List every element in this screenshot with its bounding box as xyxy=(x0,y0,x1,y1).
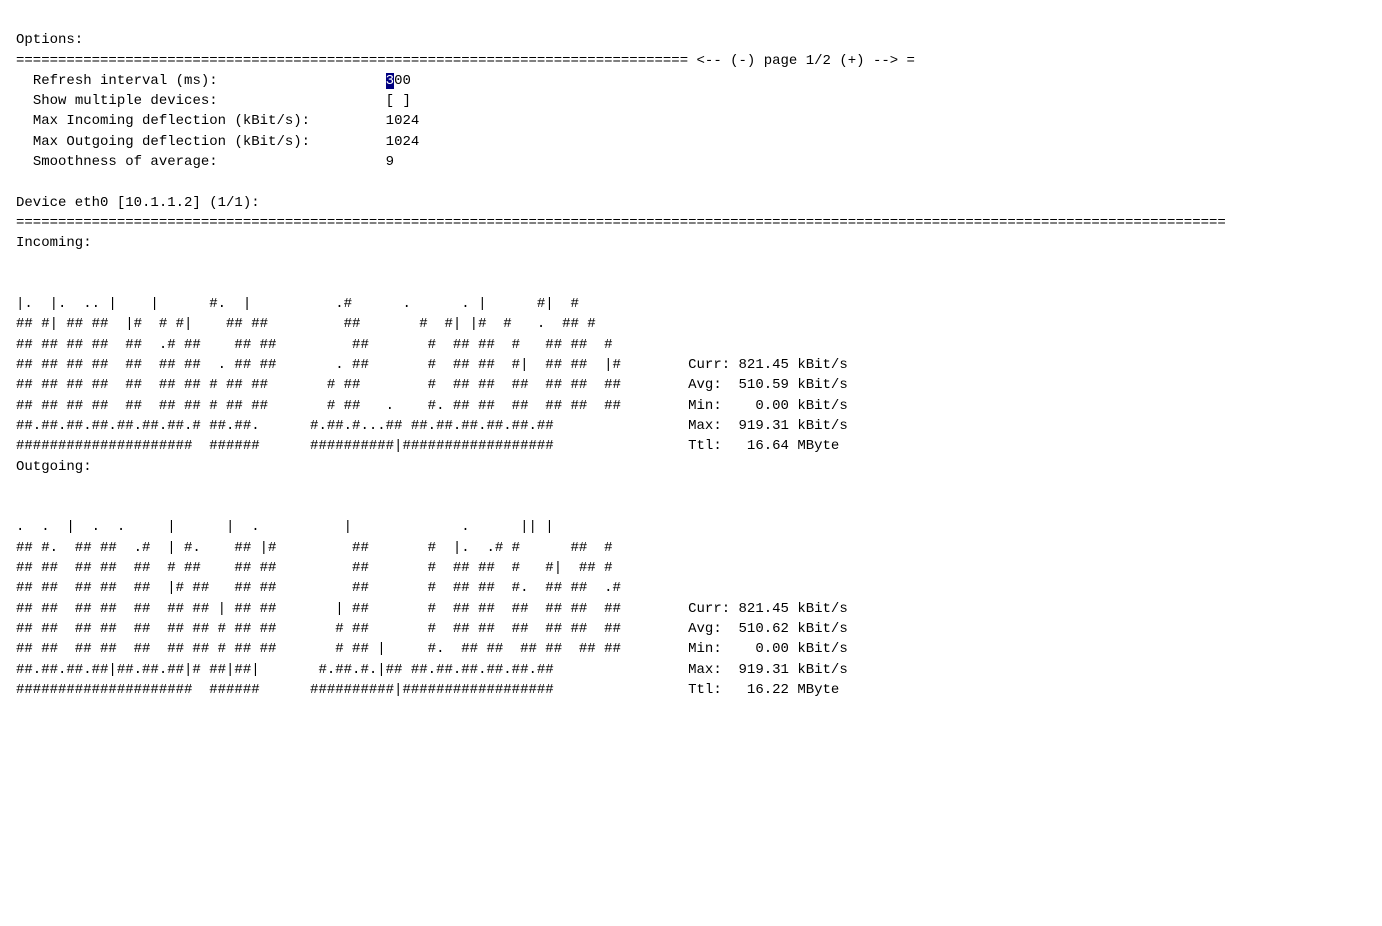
incoming-avg: Avg: 510.59 kBit/s xyxy=(688,377,848,393)
incoming-graph-row-7: ##.##.##.##.##.##.##.# ##.##. #.##.#...#… xyxy=(16,418,688,434)
incoming-min: Min: 0.00 kBit/s xyxy=(688,398,848,414)
page-nav: <-- (-) page 1/2 (+) --> xyxy=(697,53,899,69)
incoming-graph-row-4: ## ## ## ## ## ## ## . ## ## . ## # ## #… xyxy=(16,357,688,373)
option-refresh-value: 300 xyxy=(386,73,411,89)
outgoing-graph-row-6: ## ## ## ## ## ## ## # ## ## # ## # ## #… xyxy=(16,621,688,637)
outgoing-curr: Curr: 821.45 kBit/s xyxy=(688,601,848,617)
option-outgoing-label: Max Outgoing deflection (kBit/s): xyxy=(33,134,386,150)
outgoing-graph-row-8: ##.##.##.##|##.##.##|# ##|##| #.##.#.|##… xyxy=(16,662,688,678)
option-incoming-value: 1024 xyxy=(386,113,420,129)
incoming-graph-row-1: |. |. .. | | #. | .# . . | #| # xyxy=(16,296,579,312)
option-incoming-label: Max Incoming deflection (kBit/s): xyxy=(33,113,386,129)
outgoing-graph-row-2: ## #. ## ## .# | #. ## |# ## # |. .# # #… xyxy=(16,540,613,556)
incoming-max: Max: 919.31 kBit/s xyxy=(688,418,848,434)
incoming-graph-row-3: ## ## ## ## ## .# ## ## ## ## # ## ## # … xyxy=(16,337,613,353)
incoming-ttl: Ttl: 16.64 MByte xyxy=(688,438,839,454)
separator-top: ========================================… xyxy=(16,53,688,69)
incoming-label: Incoming: xyxy=(16,235,92,251)
terminal-output: Options: ===============================… xyxy=(16,10,1366,700)
outgoing-graph-row-1: . . | . . | | . | . || | xyxy=(16,519,554,535)
outgoing-avg: Avg: 510.62 kBit/s xyxy=(688,621,848,637)
option-smoothness-label: Smoothness of average: xyxy=(33,154,386,170)
option-refresh-label: Refresh interval (ms): xyxy=(33,73,386,89)
options-heading: Options: xyxy=(16,32,83,48)
outgoing-graph-row-4: ## ## ## ## ## |# ## ## ## ## # ## ## #.… xyxy=(16,580,621,596)
outgoing-graph-row-5: ## ## ## ## ## ## ## | ## ## | ## # ## #… xyxy=(16,601,688,617)
outgoing-max: Max: 919.31 kBit/s xyxy=(688,662,848,678)
option-smoothness-value: 9 xyxy=(386,154,394,170)
option-multiple-label: Show multiple devices: xyxy=(33,93,386,109)
option-multiple-value: [ ] xyxy=(386,93,411,109)
incoming-curr: Curr: 821.45 kBit/s xyxy=(688,357,848,373)
incoming-graph-row-5: ## ## ## ## ## ## ## # ## ## # ## # ## #… xyxy=(16,377,688,393)
outgoing-graph-row-7: ## ## ## ## ## ## ## # ## ## # ## | #. #… xyxy=(16,641,688,657)
separator-device: ========================================… xyxy=(16,215,1226,231)
device-heading: Device eth0 [10.1.1.2] (1/1): xyxy=(16,195,260,211)
option-outgoing-value: 1024 xyxy=(386,134,420,150)
outgoing-label: Outgoing: xyxy=(16,459,92,475)
incoming-graph-row-8: ##################### ###### ##########|… xyxy=(16,438,688,454)
outgoing-min: Min: 0.00 kBit/s xyxy=(688,641,848,657)
outgoing-ttl: Ttl: 16.22 MByte xyxy=(688,682,839,698)
outgoing-graph-row-9: ##################### ###### ##########|… xyxy=(16,682,688,698)
incoming-graph-row-6: ## ## ## ## ## ## ## # ## ## # ## . #. #… xyxy=(16,398,688,414)
incoming-graph-row-2: ## #| ## ## |# # #| ## ## ## # #| |# # .… xyxy=(16,316,596,332)
outgoing-graph-row-3: ## ## ## ## ## # ## ## ## ## # ## ## # #… xyxy=(16,560,613,576)
